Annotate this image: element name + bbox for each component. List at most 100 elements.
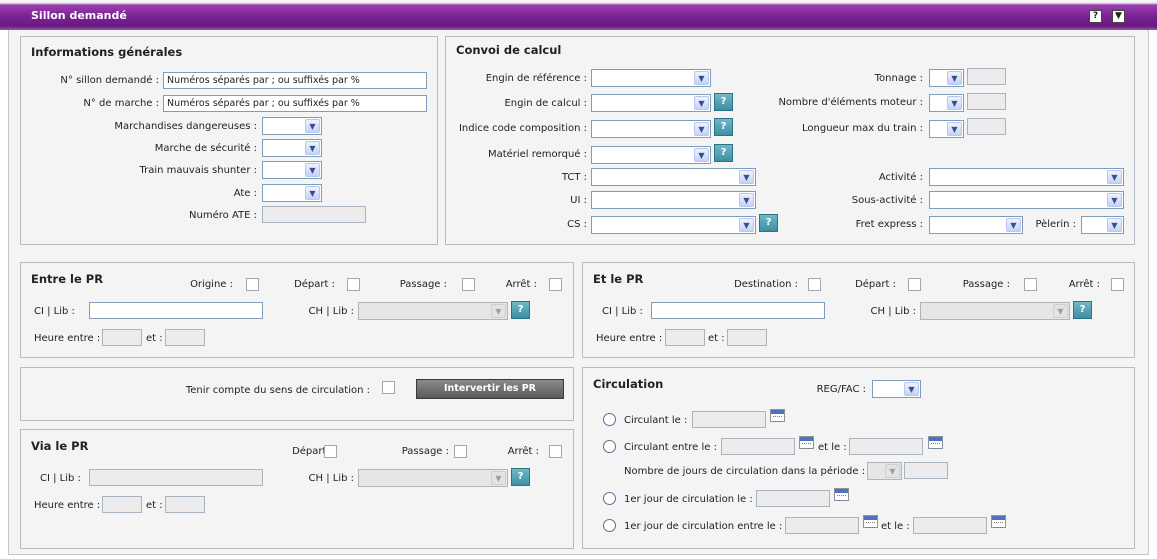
panel-sens-circulation: Tenir compte du sens de circulation : In… — [20, 367, 574, 421]
nb-elements-select[interactable]: ▼ — [929, 94, 964, 112]
fret-label: Fret express : — [855, 219, 923, 230]
panel-circulation: Circulation REG/FAC : ▼ Circulant le : C… — [582, 367, 1135, 549]
sillon-input[interactable]: Numéros séparés par ; ou suffixés par % — [163, 72, 427, 89]
destination-checkbox[interactable] — [808, 278, 821, 291]
shunter-label: Train mauvais shunter : — [139, 165, 257, 176]
ci-input[interactable] — [89, 302, 263, 319]
cs-select[interactable]: ▼ — [591, 216, 756, 234]
tonnage-select[interactable]: ▼ — [929, 69, 964, 87]
pelerin-select[interactable]: ▼ — [1081, 216, 1124, 234]
ch-select[interactable]: ▼ — [358, 469, 508, 487]
help-button[interactable]: ? — [714, 93, 733, 111]
chevron-down-icon: ▼ — [947, 96, 962, 110]
arret-checkbox[interactable] — [549, 445, 562, 458]
premier-jour-radio[interactable] — [603, 492, 616, 505]
marche-input[interactable]: Numéros séparés par ; ou suffixés par % — [163, 95, 427, 112]
circulant-entre-radio[interactable] — [603, 440, 616, 453]
arret-label: Arrêt : — [505, 279, 537, 290]
engin-ref-label: Engin de référence : — [485, 73, 587, 84]
sens-checkbox[interactable] — [382, 381, 395, 394]
premier-jour-entre-to-field — [913, 517, 987, 534]
engin-calc-label: Engin de calcul : — [504, 98, 587, 109]
marchandises-select[interactable]: ▼ — [262, 117, 322, 135]
arret-checkbox[interactable] — [1111, 278, 1124, 291]
ui-select[interactable]: ▼ — [591, 191, 756, 209]
fret-select[interactable]: ▼ — [929, 216, 1023, 234]
premier-jour-entre-label: 1er jour de circulation entre le : — [624, 521, 783, 532]
depart-checkbox[interactable] — [324, 445, 337, 458]
origine-checkbox[interactable] — [246, 278, 259, 291]
tct-select[interactable]: ▼ — [591, 168, 756, 186]
premier-jour-entre-radio[interactable] — [603, 519, 616, 532]
passage-label: Passage : — [401, 446, 449, 457]
calendar-icon[interactable] — [991, 515, 1006, 528]
depart-checkbox[interactable] — [908, 278, 921, 291]
ci-input[interactable] — [651, 302, 825, 319]
tonnage-label: Tonnage : — [874, 73, 923, 84]
calendar-icon[interactable] — [928, 436, 943, 449]
sens-label: Tenir compte du sens de circulation : — [185, 385, 370, 396]
et-le-label: et le : — [881, 521, 910, 532]
help-button[interactable]: ? — [1073, 301, 1092, 319]
passage-checkbox[interactable] — [1024, 278, 1037, 291]
activite-label: Activité : — [878, 172, 923, 183]
ch-select[interactable]: ▼ — [920, 302, 1070, 320]
chevron-down-icon: ▼ — [947, 122, 962, 136]
materiel-select[interactable]: ▼ — [591, 146, 711, 164]
collapse-icon[interactable]: ▼ — [1112, 10, 1125, 23]
help-button[interactable]: ? — [714, 118, 733, 136]
et-label: et : — [708, 333, 725, 344]
arret-checkbox[interactable] — [549, 278, 562, 291]
longueur-label: Longueur max du train : — [802, 123, 923, 134]
panel-via-le-pr: Via le PR Départ : Passage : Arrêt : CI … — [20, 429, 574, 549]
heure-label: Heure entre : — [596, 333, 663, 344]
ch-label: CH | Lib : — [308, 473, 354, 484]
materiel-label: Matériel remorqué : — [487, 149, 587, 160]
chevron-down-icon: ▼ — [1053, 304, 1068, 318]
depart-label: Départ : — [855, 279, 896, 290]
help-button[interactable]: ? — [759, 214, 778, 232]
chevron-down-icon: ▼ — [947, 71, 962, 85]
chevron-down-icon: ▼ — [305, 163, 320, 177]
nb-elements-label: Nombre d'éléments moteur : — [778, 97, 923, 108]
indice-select[interactable]: ▼ — [591, 120, 711, 138]
panel-title: Convoi de calcul — [456, 43, 562, 57]
activite-select[interactable]: ▼ — [929, 168, 1124, 186]
calendar-icon[interactable] — [770, 409, 785, 422]
arret-label: Arrêt : — [1068, 279, 1100, 290]
passage-checkbox[interactable] — [454, 445, 467, 458]
passage-checkbox[interactable] — [462, 278, 475, 291]
engin-calc-select[interactable]: ▼ — [591, 94, 711, 112]
numero-ate-field — [262, 206, 366, 223]
help-button[interactable]: ? — [511, 468, 530, 486]
longueur-select[interactable]: ▼ — [929, 120, 964, 138]
help-button[interactable]: ? — [511, 301, 530, 319]
ch-select[interactable]: ▼ — [358, 302, 508, 320]
window-title-bar: Sillon demandé ? ▼ — [0, 0, 1157, 30]
intervertir-button[interactable]: Intervertir les PR — [416, 379, 564, 399]
calendar-icon[interactable] — [799, 436, 814, 449]
indice-label: Indice code composition : — [458, 123, 587, 134]
marche-label: N° de marche : — [83, 98, 159, 109]
securite-select[interactable]: ▼ — [262, 139, 322, 157]
circulant-le-radio[interactable] — [603, 413, 616, 426]
premier-jour-entre-from-field — [785, 517, 859, 534]
depart-checkbox[interactable] — [347, 278, 360, 291]
help-icon[interactable]: ? — [1089, 10, 1102, 23]
calendar-icon[interactable] — [863, 515, 878, 528]
shunter-select[interactable]: ▼ — [262, 161, 322, 179]
ate-select[interactable]: ▼ — [262, 184, 322, 202]
numero-ate-label: Numéro ATE : — [189, 210, 257, 221]
sous-activite-select[interactable]: ▼ — [929, 191, 1124, 209]
panel-title: Et le PR — [593, 272, 644, 286]
heure-to-field — [165, 496, 205, 513]
chevron-down-icon: ▼ — [491, 471, 506, 485]
nb-jours-select[interactable]: ▼ — [867, 462, 902, 480]
calendar-icon[interactable] — [834, 488, 849, 501]
help-button[interactable]: ? — [714, 144, 733, 162]
circulant-le-field — [692, 411, 766, 428]
chevron-down-icon: ▼ — [904, 382, 919, 396]
panel-title: Entre le PR — [31, 272, 104, 286]
reg-select[interactable]: ▼ — [872, 380, 921, 398]
engin-ref-select[interactable]: ▼ — [591, 69, 711, 87]
